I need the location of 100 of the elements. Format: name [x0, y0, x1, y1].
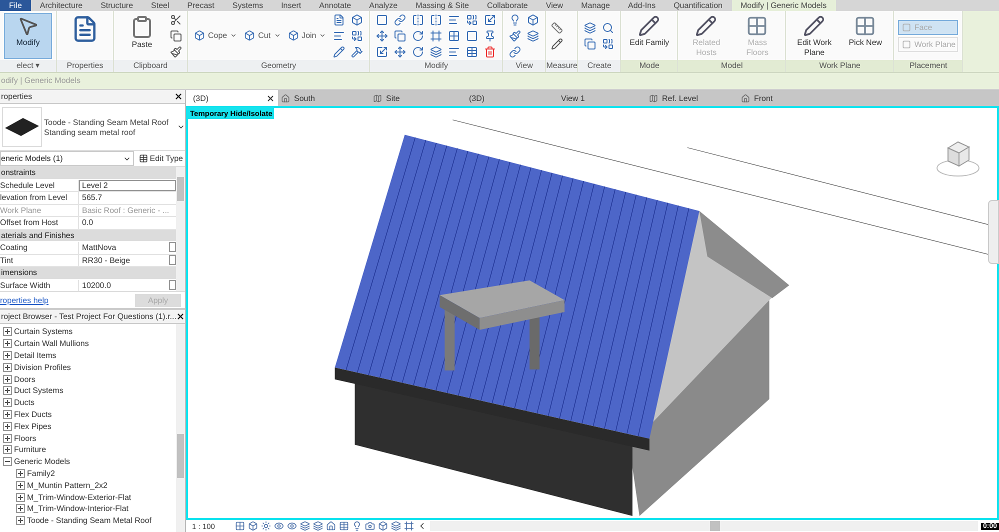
tree-item[interactable]: M_Muntin Pattern_2x2: [27, 480, 108, 490]
hammer-icon[interactable]: [350, 44, 364, 58]
tree-item[interactable]: Curtain Systems: [14, 327, 73, 336]
tree-item[interactable]: M_Trim-Window-Exterior-Flat: [27, 492, 132, 502]
property-value[interactable]: 0.0: [79, 217, 176, 228]
modify-tool-icon[interactable]: [375, 28, 390, 42]
view-control-icon[interactable]: [352, 521, 362, 531]
ribbon-tab[interactable]: Architecture: [30, 0, 92, 11]
ribbon-tab[interactable]: Manage: [572, 0, 619, 11]
close-icon[interactable]: [173, 92, 183, 102]
dimension-icon[interactable]: [550, 36, 564, 50]
ribbon-tab[interactable]: View: [536, 0, 572, 11]
view-control-icon[interactable]: [287, 521, 297, 531]
modify-tool-icon[interactable]: [411, 12, 426, 26]
ribbon-button[interactable]: Pick New: [841, 12, 890, 58]
modify-tool-icon[interactable]: [465, 28, 480, 42]
modify-tool-icon[interactable]: [375, 44, 390, 58]
view-control-icon[interactable]: [404, 521, 414, 531]
modify-tool-icon[interactable]: [429, 44, 444, 58]
modify-tool-icon[interactable]: [411, 44, 426, 58]
ribbon-button[interactable]: Modify: [4, 12, 52, 58]
property-value[interactable]: Level 2: [79, 180, 176, 191]
modify-tool-icon[interactable]: [375, 12, 390, 26]
property-value[interactable]: 565.7: [79, 192, 176, 204]
expand-icon[interactable]: [3, 362, 12, 372]
cube-icon[interactable]: [350, 12, 364, 26]
pencil-icon[interactable]: [332, 44, 346, 58]
view-control-icon[interactable]: [391, 521, 401, 531]
modify-tool-icon[interactable]: [393, 44, 408, 58]
view-control-icon[interactable]: [248, 521, 258, 531]
ribbon-tab[interactable]: Annotate: [310, 0, 360, 11]
expand-icon[interactable]: [16, 480, 25, 490]
edit-type-button[interactable]: Edit Type: [136, 154, 185, 163]
ribbon-tab[interactable]: Quantification: [664, 0, 732, 11]
expand-icon[interactable]: [3, 386, 12, 396]
view-control-icon[interactable]: [365, 521, 375, 531]
modify-tool-icon[interactable]: [429, 28, 444, 42]
view-control-icon[interactable]: [326, 521, 336, 531]
modify-tool-icon[interactable]: [483, 12, 498, 26]
tree-item[interactable]: Generic Models: [14, 457, 70, 466]
group-header[interactable]: imensions: [0, 267, 176, 280]
tree-item[interactable]: Curtain Wall Mullions: [14, 339, 89, 348]
expand-icon[interactable]: [3, 339, 12, 348]
layers-icon[interactable]: [526, 28, 540, 42]
expand-icon[interactable]: [3, 398, 12, 408]
document-tab[interactable]: Ref. Level: [646, 90, 738, 106]
modify-tool-icon[interactable]: [447, 28, 462, 42]
scrollbar[interactable]: [430, 521, 978, 531]
tree-item[interactable]: Flex Ducts: [14, 410, 52, 419]
document-tab[interactable]: Front: [738, 90, 830, 106]
scrollbar[interactable]: [176, 324, 185, 532]
delete-icon[interactable]: [483, 44, 498, 58]
scrollbar[interactable]: [176, 167, 185, 291]
help-link[interactable]: roperties help: [0, 296, 48, 304]
view-control-icon[interactable]: [235, 521, 245, 531]
modify-tool-icon[interactable]: [393, 28, 408, 42]
ribbon-tab[interactable]: File: [0, 0, 31, 11]
modify-tool-icon[interactable]: [465, 44, 480, 58]
ribbon-button[interactable]: Edit Family: [625, 12, 674, 58]
document-tab[interactable]: (3D): [186, 90, 278, 106]
modify-tool-icon[interactable]: [465, 12, 480, 26]
tree-item[interactable]: Doors: [14, 374, 36, 384]
tree-item[interactable]: Flex Pipes: [14, 422, 52, 431]
copy-icon[interactable]: [583, 36, 598, 50]
group-icon[interactable]: [583, 20, 598, 34]
expand-icon[interactable]: [3, 445, 12, 454]
brush-icon[interactable]: [169, 44, 183, 58]
tree-item[interactable]: Floors: [14, 434, 36, 443]
expand-icon[interactable]: [3, 410, 12, 419]
expand-icon[interactable]: [3, 422, 12, 431]
document-tab[interactable]: View 1: [554, 90, 646, 106]
expand-icon[interactable]: [3, 327, 12, 336]
browse-button[interactable]: [169, 280, 176, 290]
expand-icon[interactable]: [16, 504, 25, 514]
tree-item[interactable]: Toode - Standing Seam Metal Roof: [27, 516, 152, 526]
ribbon-tab[interactable]: Structure: [92, 0, 142, 11]
ribbon-tab[interactable]: Modify | Generic Models: [732, 0, 836, 11]
ribbon-button[interactable]: Paste: [118, 12, 166, 58]
tree-item[interactable]: Detail Items: [14, 350, 56, 360]
join-icon[interactable]: [350, 28, 364, 42]
expand-icon[interactable]: [16, 468, 25, 478]
brush-icon[interactable]: [508, 28, 522, 42]
ribbon-tab[interactable]: Steel: [142, 0, 178, 11]
expand-icon[interactable]: [3, 374, 12, 384]
group-header[interactable]: aterials and Finishes: [0, 230, 176, 242]
ribbon-tab[interactable]: Insert: [272, 0, 310, 11]
ribbon-tab[interactable]: Precast: [178, 0, 224, 11]
document-tab[interactable]: (3D): [462, 90, 554, 106]
close-icon[interactable]: [176, 312, 186, 322]
tree-item[interactable]: Division Profiles: [14, 362, 71, 372]
link-icon[interactable]: [508, 44, 522, 58]
ribbon-tab[interactable]: Analyze: [360, 0, 407, 11]
ribbon-tab[interactable]: Massing & Site: [406, 0, 478, 11]
ribbon-tab[interactable]: Collaborate: [478, 0, 537, 11]
close-icon[interactable]: [266, 94, 275, 102]
collapse-icon[interactable]: [3, 457, 12, 466]
view-control-icon[interactable]: [274, 521, 284, 531]
property-value[interactable]: RR30 - Beige: [79, 254, 169, 266]
tree-item[interactable]: Duct Systems: [14, 386, 64, 396]
browse-button[interactable]: [169, 242, 176, 252]
